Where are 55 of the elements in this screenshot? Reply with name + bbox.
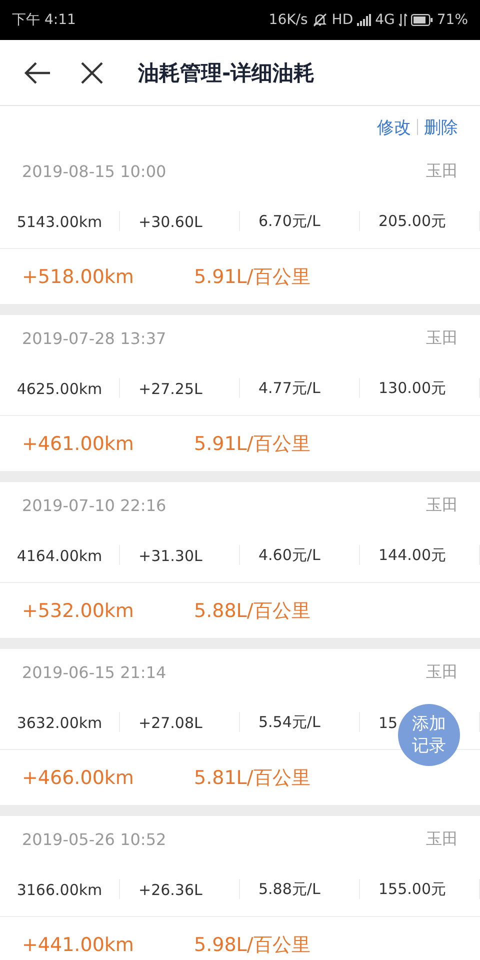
battery-percent: 71%: [436, 12, 468, 28]
record-value: +27.25L: [138, 380, 202, 398]
record-value: 130.00元: [378, 379, 446, 397]
record-distance: +466.00km: [22, 766, 135, 788]
close-icon[interactable]: [80, 60, 104, 84]
record-value: +27.08L: [138, 714, 202, 732]
mute-bell-icon: [312, 12, 328, 28]
record-datetime: 2019-07-28 13:37: [22, 328, 166, 348]
record-value: 4164.00km: [16, 546, 102, 564]
action-link[interactable]: 修改: [377, 116, 411, 138]
record-place: 玉田: [426, 160, 458, 182]
add-record-button[interactable]: 添加记录: [398, 704, 460, 766]
record-value: 4625.00km: [16, 380, 102, 398]
record-consumption: 5.81L/百公里: [194, 766, 310, 790]
record-value: +31.30L: [138, 546, 202, 564]
record-consumption: 5.88L/百公里: [194, 598, 310, 624]
record-datetime: 2019-06-15 21:14: [22, 662, 166, 682]
network-type: 4G: [375, 12, 395, 28]
record-distance: +461.00km: [22, 432, 135, 454]
record-place: 玉田: [426, 662, 458, 682]
status-time: 下午 4:11: [12, 11, 76, 29]
record-consumption: 5.91L/百公里: [194, 432, 310, 456]
network-speed: 16K/s: [268, 12, 308, 28]
page-title: 油耗管理-详细油耗: [138, 60, 315, 86]
back-icon[interactable]: [24, 60, 52, 84]
record-value: 155.00元: [378, 880, 446, 898]
hd-label: HD: [332, 12, 354, 28]
record-datetime: 2019-08-15 10:00: [22, 162, 166, 180]
record-value: 3166.00km: [16, 880, 102, 898]
record-place: 玉田: [426, 494, 458, 516]
record-datetime: 2019-07-10 22:16: [22, 496, 166, 514]
record-value: 4.77元/L: [258, 379, 320, 397]
battery-icon: [410, 14, 433, 26]
record-value: 144.00元: [378, 546, 446, 564]
record-value: 5143.00km: [16, 212, 102, 230]
record-place: 玉田: [426, 828, 458, 850]
record-datetime: 2019-05-26 10:52: [22, 830, 166, 848]
record-value: 5.88元/L: [258, 880, 320, 898]
signal-icon: [357, 14, 372, 26]
action-link[interactable]: 删除: [424, 116, 458, 138]
record-distance: +532.00km: [22, 600, 135, 622]
record-value: +26.36L: [138, 880, 202, 898]
record-value: 6.70元/L: [258, 212, 320, 230]
record-value: 5.54元/L: [258, 713, 320, 731]
record-place: 玉田: [426, 328, 458, 348]
record-value: 3632.00km: [16, 714, 102, 732]
record-distance: +441.00km: [22, 934, 135, 956]
record-value: 205.00元: [378, 212, 446, 230]
record-consumption: 5.91L/百公里: [194, 264, 310, 290]
record-distance: +518.00km: [22, 266, 135, 288]
data-arrows-icon: [398, 13, 407, 27]
record-value: 4.60元/L: [258, 546, 320, 564]
record-value: 15: [378, 714, 398, 732]
record-consumption: 5.98L/百公里: [194, 932, 310, 958]
record-value: +30.60L: [138, 212, 202, 230]
